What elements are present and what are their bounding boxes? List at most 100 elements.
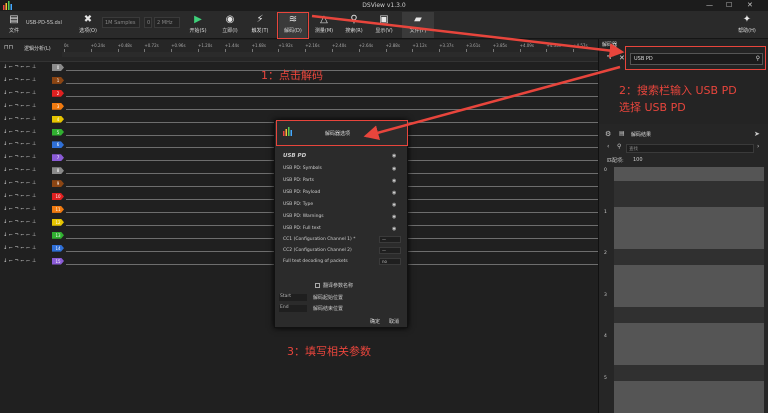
channel-trigger-controls[interactable]: ↓ ⌐ ¬ ⌐ ⌐ ⊥ [3,206,36,212]
search-button[interactable]: ⚲ 搜索(R) [340,12,368,38]
display-label: 显示(V) [375,28,393,34]
end-select[interactable]: End [279,305,307,312]
eye-icon[interactable]: ◉ [392,190,399,196]
main-toolbar: ▤ 文件 USB-PD-5S.dsl ✖ 选项(O) 1M Samples 0 … [0,11,768,39]
channel-badge[interactable]: 1 [52,76,64,84]
window-title: DSView v1.3.0 [362,2,406,9]
trigger-button[interactable]: ⚡ 触发(T) [246,12,274,38]
cancel-button[interactable]: 取消 [389,318,399,325]
ruler-tick [519,49,521,52]
ruler-tick [546,49,548,52]
help-button[interactable]: ✦ 帮助(H) [730,12,764,38]
channel-waveform [66,82,598,84]
eye-icon[interactable]: ◉ [392,226,399,232]
channel-trigger-controls[interactable]: ↓ ⌐ ¬ ⌐ ⌐ ⊥ [3,232,36,238]
sample-count-select[interactable]: 1M Samples [102,17,140,28]
search-label: 搜索(R) [345,28,363,34]
channel-badge[interactable]: 13 [52,231,64,239]
result-row[interactable] [614,167,764,181]
save-icon[interactable]: ▤ [619,130,625,137]
channel-badge[interactable]: 9 [52,180,64,188]
result-row[interactable] [614,265,764,307]
channel-badge[interactable]: 3 [52,102,64,110]
eye-icon[interactable]: ◉ [392,202,399,208]
channel-badge[interactable]: 2 [52,89,64,97]
cc2-select[interactable]: — [379,247,401,254]
settings-gear-icon[interactable]: ⚙ [605,130,611,138]
pin-icon[interactable]: ➤ [754,130,760,138]
eye-icon[interactable]: ◉ [392,153,399,159]
channel-trigger-controls[interactable]: ↓ ⌐ ¬ ⌐ ⌐ ⊥ [3,116,36,122]
eye-icon[interactable]: ◉ [392,178,399,184]
channel-trigger-controls[interactable]: ↓ ⌐ ¬ ⌐ ⌐ ⊥ [3,154,36,160]
channel-trigger-controls[interactable]: ↓ ⌐ ¬ ⌐ ⌐ ⊥ [3,219,36,225]
trigger-icon: ⚡ [256,14,264,25]
channel-row: ↓ ⌐ ¬ ⌐ ⌐ ⊥ 3 [0,101,598,113]
channel-trigger-controls[interactable]: ↓ ⌐ ¬ ⌐ ⌐ ⊥ [3,245,36,251]
dialog-highlight-box [276,120,408,146]
annotation-label: USB PD: Parts [283,178,315,183]
channel-badge[interactable]: 6 [52,141,64,149]
channel-trigger-controls[interactable]: ↓ ⌐ ¬ ⌐ ⌐ ⊥ [3,180,36,186]
result-row[interactable] [614,323,764,365]
sample-rate-select[interactable]: 2 MHz [154,17,180,28]
options-button[interactable]: ✖ 选项(O) [74,12,102,38]
results-find-input[interactable]: 查找 [626,144,754,153]
start-select[interactable]: Start [279,294,307,301]
full-text-label: Full text decoding of packets [283,259,348,264]
group-label[interactable]: 逻辑分析(L) [24,45,51,52]
remove-decoder-button[interactable]: ✕ [619,54,625,62]
channel-badge[interactable]: 5 [52,128,64,136]
channel-badge[interactable]: 4 [52,115,64,123]
channel-badge[interactable]: 0 [52,64,64,71]
play-icon: ▶ [194,14,202,25]
sample-depth-select[interactable]: 0 [144,17,152,28]
time-ruler[interactable]: 0s +0.24s +0.48s +0.72s +0.96s +1.20s +1.44s +1… [0,40,598,62]
instant-button[interactable]: ◉ 立即(I) [216,12,244,38]
channel-badge[interactable]: 14 [52,244,64,252]
add-decoder-button[interactable]: + [606,51,614,62]
ruler-tick-label: +1.20s [198,43,213,48]
channel-trigger-controls[interactable]: ↓ ⌐ ¬ ⌐ ⌐ ⊥ [3,77,36,83]
translate-checkbox[interactable] [315,283,320,288]
ok-button[interactable]: 确定 [370,318,380,325]
display-button[interactable]: ▣ 显示(V) [370,12,398,38]
ruler-tick [305,49,307,52]
channel-badge[interactable]: 8 [52,167,64,175]
results-next-icon[interactable]: › [757,143,759,150]
file-toolbar-button[interactable]: ▰ 文件(F) [402,12,434,38]
eye-icon[interactable]: ◉ [392,214,399,220]
search-small-icon: ⚲ [617,143,622,150]
display-icon: ▣ [379,14,389,25]
file-menu-button[interactable]: ▤ 文件 [0,12,28,38]
expand-icon[interactable]: ‹ [607,143,609,150]
channel-badge[interactable]: 10 [52,193,64,200]
channel-badge[interactable]: 11 [52,205,64,213]
file-name[interactable]: USB-PD-5S.dsl [26,20,62,26]
results-list[interactable] [614,167,764,413]
result-row-number: 3 [604,292,607,298]
channel-trigger-controls[interactable]: ↓ ⌐ ¬ ⌐ ⌐ ⊥ [3,129,36,135]
channel-badge[interactable]: 15 [52,257,64,265]
channel-trigger-controls[interactable]: ↓ ⌐ ¬ ⌐ ⌐ ⊥ [3,103,36,109]
start-button[interactable]: ▶ 开始(S) [184,12,212,38]
eye-icon[interactable]: ◉ [392,166,399,172]
channel-trigger-controls[interactable]: ↓ ⌐ ¬ ⌐ ⌐ ⊥ [3,141,36,147]
minimize-button[interactable]: — [706,1,713,9]
channel-trigger-controls[interactable]: ↓ ⌐ ¬ ⌐ ⌐ ⊥ [3,193,36,199]
channel-badge[interactable]: 7 [52,154,64,162]
result-row[interactable] [614,207,764,249]
instant-label: 立即(I) [222,28,238,34]
channel-badge[interactable]: 12 [52,218,64,226]
full-text-select[interactable]: no [379,258,401,265]
ruler-tick-label: +0.72s [144,43,159,48]
channel-trigger-controls[interactable]: ↓ ⌐ ¬ ⌐ ⌐ ⊥ [3,64,36,70]
close-button[interactable]: ✕ [747,1,753,9]
channel-trigger-controls[interactable]: ↓ ⌐ ¬ ⌐ ⌐ ⊥ [3,90,36,96]
measure-button[interactable]: △ 测量(M) [310,12,338,38]
channel-trigger-controls[interactable]: ↓ ⌐ ¬ ⌐ ⌐ ⊥ [3,258,36,264]
result-row[interactable] [614,381,764,413]
maximize-button[interactable]: ☐ [726,1,732,9]
cc1-select[interactable]: — [379,236,401,243]
channel-trigger-controls[interactable]: ↓ ⌐ ¬ ⌐ ⌐ ⊥ [3,167,36,173]
